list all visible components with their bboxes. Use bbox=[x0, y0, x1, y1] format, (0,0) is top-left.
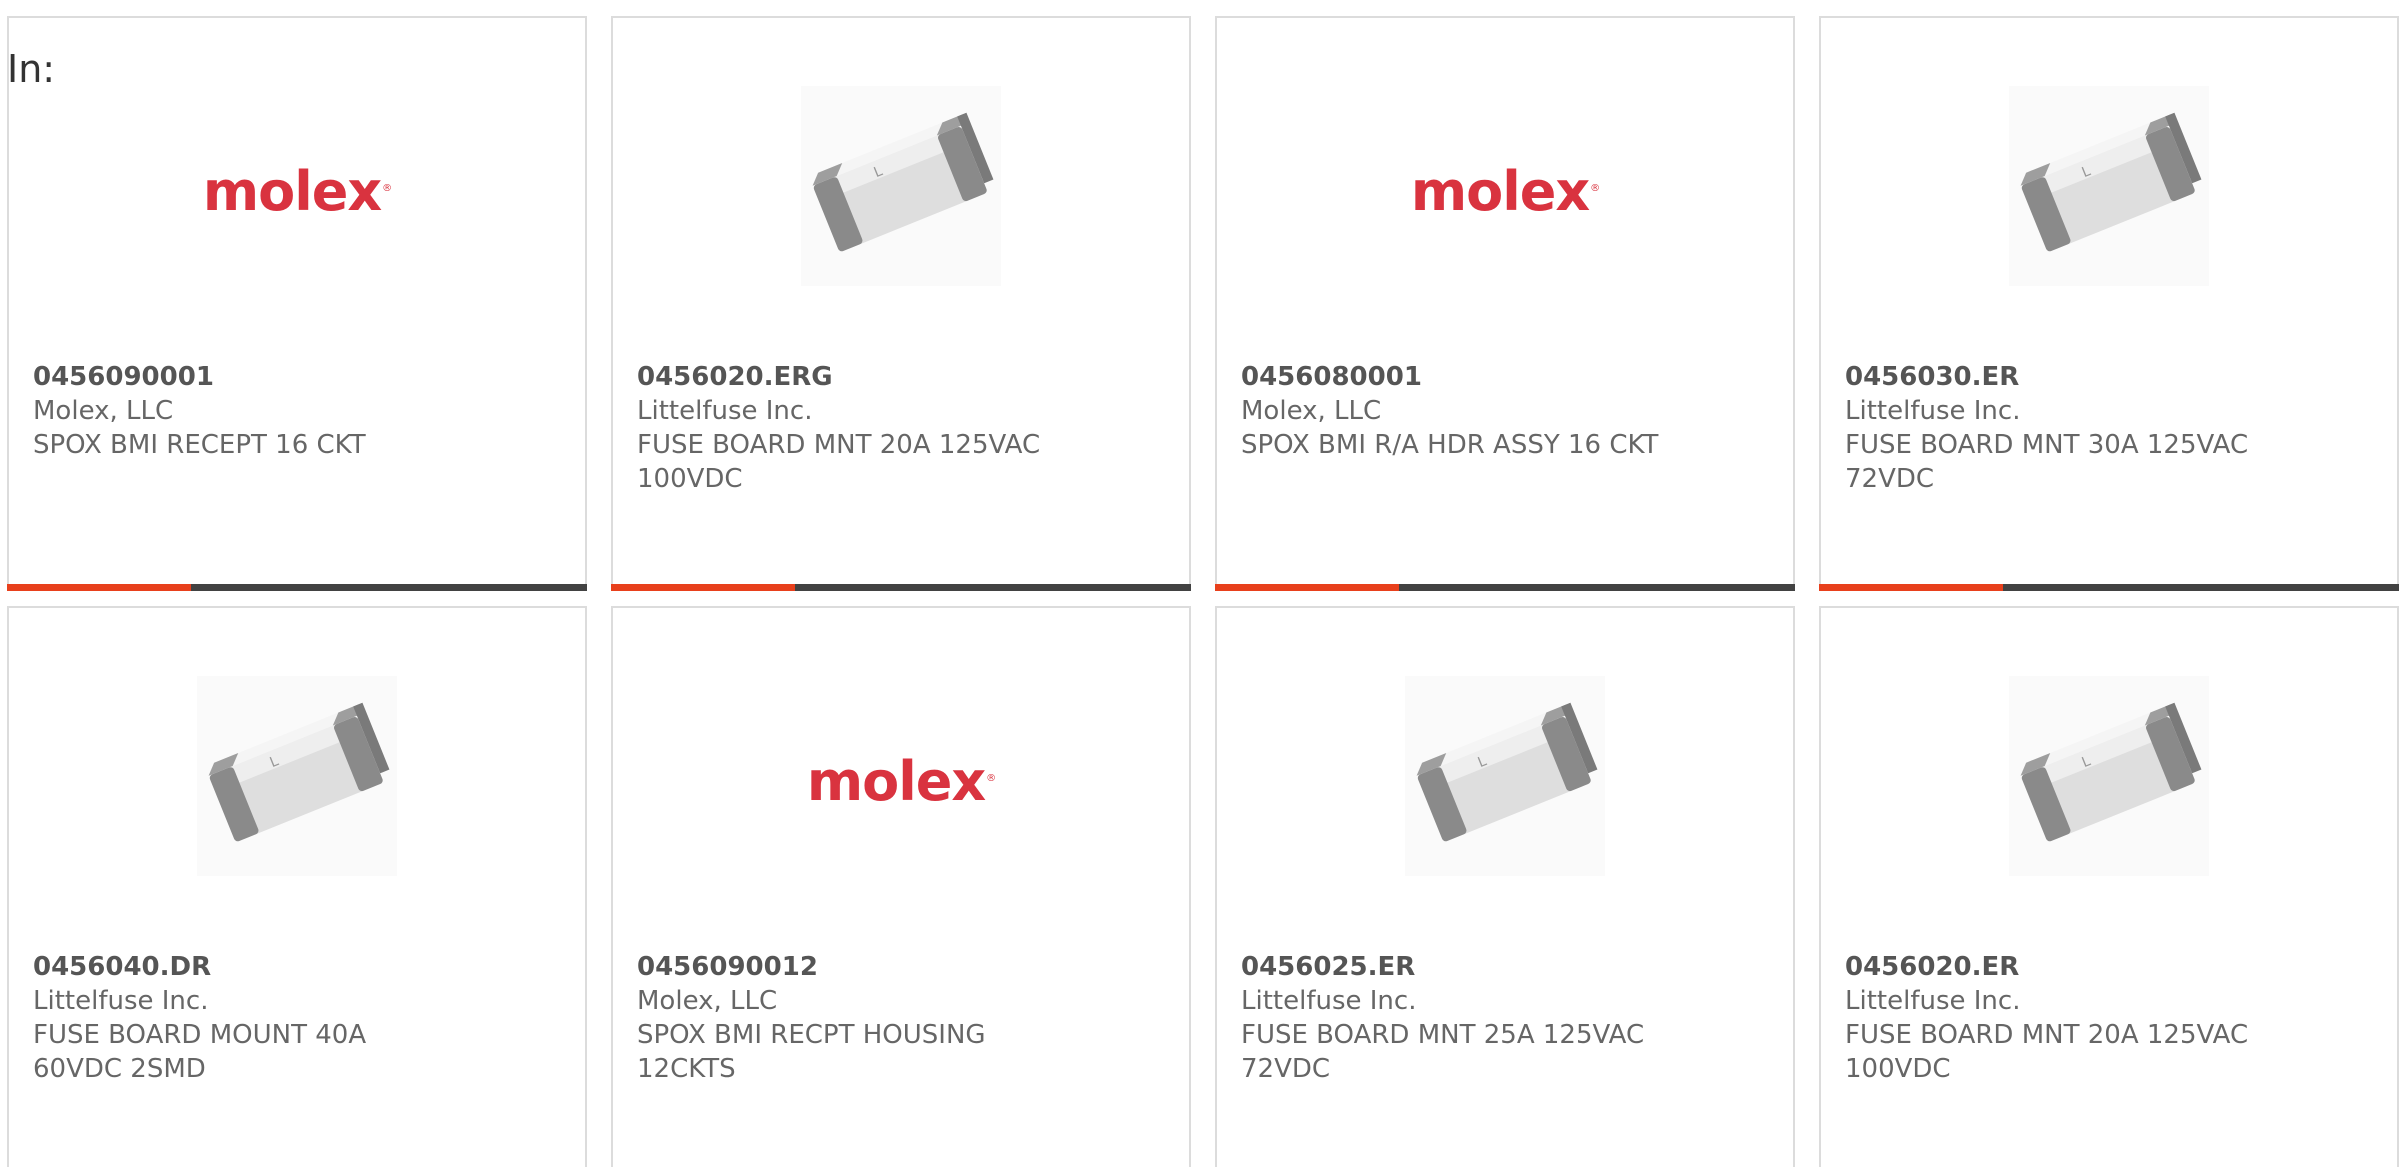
fuse-image: L bbox=[1405, 676, 1605, 876]
product-image-container: L bbox=[1821, 670, 2397, 882]
manufacturer: Littelfuse Inc. bbox=[33, 986, 209, 1016]
part-number[interactable]: 0456090001 bbox=[33, 360, 561, 394]
part-number[interactable]: 0456025.ER bbox=[1241, 950, 1769, 984]
fuse-image: L bbox=[801, 86, 1001, 286]
part-number[interactable]: 0456080001 bbox=[1241, 360, 1769, 394]
manufacturer: Molex, LLC bbox=[33, 396, 174, 426]
description: FUSE BOARD MNT 25A 125VAC 72VDC bbox=[1241, 1020, 1645, 1084]
card-hover-bar bbox=[1215, 584, 1795, 591]
fuse-image: L bbox=[2009, 86, 2209, 286]
product-info: 0456020.ER Littelfuse Inc. FUSE BOARD MN… bbox=[1845, 950, 2373, 1086]
product-info: 0456080001 Molex, LLC SPOX BMI R/A HDR A… bbox=[1241, 360, 1769, 462]
card-hover-bar-accent bbox=[611, 584, 795, 591]
description: FUSE BOARD MNT 20A 125VAC 100VDC bbox=[637, 430, 1041, 494]
card-hover-bar bbox=[1819, 584, 2399, 591]
filter-label: In: bbox=[7, 47, 56, 91]
product-card[interactable]: molex® 0456080001 Molex, LLC SPOX BMI R/… bbox=[1215, 16, 1795, 591]
product-image-container: L bbox=[1217, 670, 1793, 882]
part-number[interactable]: 0456020.ER bbox=[1845, 950, 2373, 984]
product-image-container: L bbox=[613, 80, 1189, 292]
product-grid: molex® 0456090001 Molex, LLC SPOX BMI RE… bbox=[7, 16, 2399, 1167]
manufacturer: Littelfuse Inc. bbox=[1845, 986, 2021, 1016]
product-image-container: L bbox=[1821, 80, 2397, 292]
description: FUSE BOARD MNT 20A 125VAC 100VDC bbox=[1845, 1020, 2249, 1084]
product-results-page: In: molex® 0456090001 Molex, LLC SPOX BM… bbox=[0, 0, 2400, 1167]
product-card[interactable]: L 0456020.ER Littelfuse Inc. FUSE BOARD … bbox=[1819, 606, 2399, 1167]
product-image-container: molex® bbox=[613, 670, 1189, 882]
product-info: 0456040.DR Littelfuse Inc. FUSE BOARD MO… bbox=[33, 950, 561, 1086]
molex-logo: molex® bbox=[1410, 160, 1600, 223]
manufacturer: Littelfuse Inc. bbox=[1241, 986, 1417, 1016]
molex-logo: molex® bbox=[806, 750, 996, 813]
product-card[interactable]: L 0456040.DR Littelfuse Inc. FUSE BOARD … bbox=[7, 606, 587, 1167]
fuse-image: L bbox=[2009, 676, 2209, 876]
product-info: 0456025.ER Littelfuse Inc. FUSE BOARD MN… bbox=[1241, 950, 1769, 1086]
manufacturer: Littelfuse Inc. bbox=[637, 396, 813, 426]
description: SPOX BMI RECEPT 16 CKT bbox=[33, 430, 366, 460]
description: FUSE BOARD MOUNT 40A 60VDC 2SMD bbox=[33, 1020, 367, 1084]
part-number[interactable]: 0456040.DR bbox=[33, 950, 561, 984]
description: SPOX BMI R/A HDR ASSY 16 CKT bbox=[1241, 430, 1659, 460]
manufacturer: Molex, LLC bbox=[1241, 396, 1382, 426]
description: FUSE BOARD MNT 30A 125VAC 72VDC bbox=[1845, 430, 2249, 494]
product-info: 0456030.ER Littelfuse Inc. FUSE BOARD MN… bbox=[1845, 360, 2373, 496]
product-card[interactable]: molex® 0456090012 Molex, LLC SPOX BMI RE… bbox=[611, 606, 1191, 1167]
product-card[interactable]: L 0456020.ERG Littelfuse Inc. FUSE BOARD… bbox=[611, 16, 1191, 591]
card-hover-bar-accent bbox=[1819, 584, 2003, 591]
product-card[interactable]: L 0456030.ER Littelfuse Inc. FUSE BOARD … bbox=[1819, 16, 2399, 591]
product-info: 0456090001 Molex, LLC SPOX BMI RECEPT 16… bbox=[33, 360, 561, 462]
logo-text: molex bbox=[202, 160, 382, 223]
manufacturer: Molex, LLC bbox=[637, 986, 778, 1016]
logo-text: molex bbox=[1410, 160, 1590, 223]
logo-text: molex bbox=[806, 750, 986, 813]
product-image-container: molex® bbox=[9, 80, 585, 292]
molex-logo: molex® bbox=[202, 160, 392, 223]
product-image-container: L bbox=[9, 670, 585, 882]
product-image-container: molex® bbox=[1217, 80, 1793, 292]
card-hover-bar bbox=[611, 584, 1191, 591]
card-hover-bar bbox=[7, 584, 587, 591]
product-info: 0456020.ERG Littelfuse Inc. FUSE BOARD M… bbox=[637, 360, 1165, 496]
manufacturer: Littelfuse Inc. bbox=[1845, 396, 2021, 426]
part-number[interactable]: 0456020.ERG bbox=[637, 360, 1165, 394]
part-number[interactable]: 0456030.ER bbox=[1845, 360, 2373, 394]
product-info: 0456090012 Molex, LLC SPOX BMI RECPT HOU… bbox=[637, 950, 1165, 1086]
fuse-image: L bbox=[197, 676, 397, 876]
product-card[interactable]: molex® 0456090001 Molex, LLC SPOX BMI RE… bbox=[7, 16, 587, 591]
card-hover-bar-accent bbox=[1215, 584, 1399, 591]
card-hover-bar-accent bbox=[7, 584, 191, 591]
part-number[interactable]: 0456090012 bbox=[637, 950, 1165, 984]
description: SPOX BMI RECPT HOUSING 12CKTS bbox=[637, 1020, 986, 1084]
product-card[interactable]: L 0456025.ER Littelfuse Inc. FUSE BOARD … bbox=[1215, 606, 1795, 1167]
